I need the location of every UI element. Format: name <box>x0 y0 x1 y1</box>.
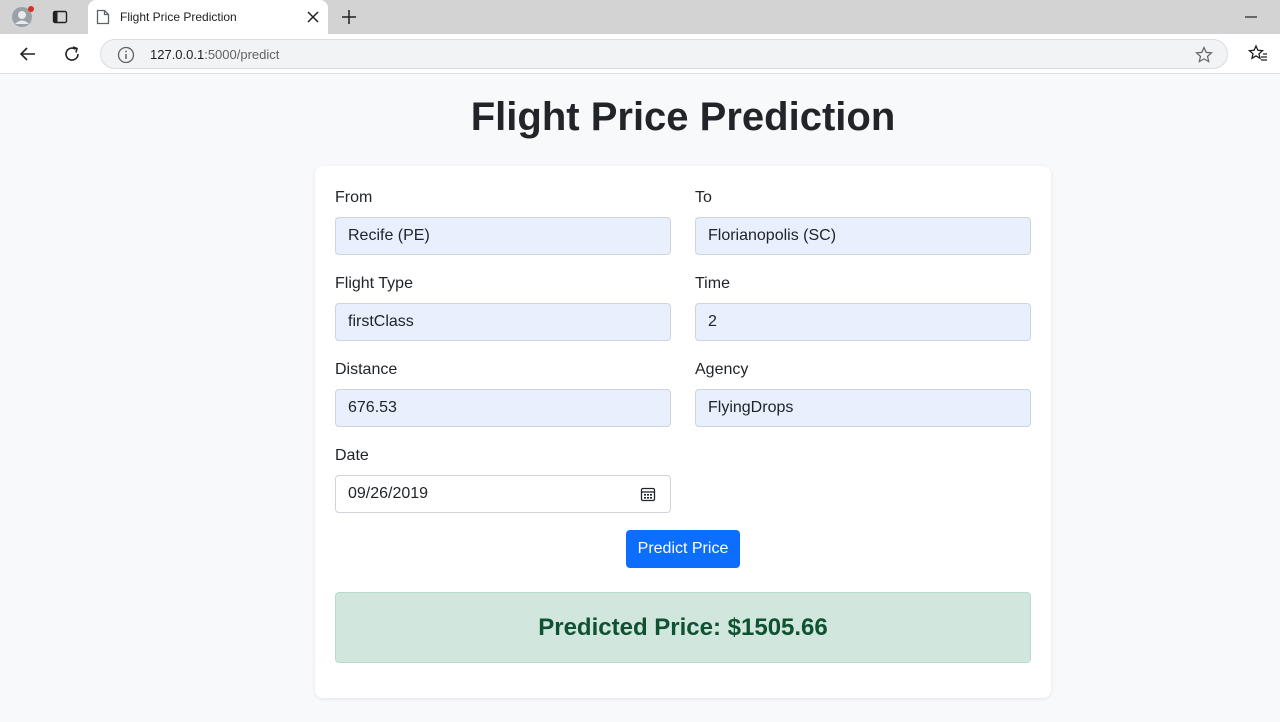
page-icon <box>96 9 110 25</box>
page-title: Flight Price Prediction <box>470 95 896 139</box>
to-input[interactable]: Florianopolis (SC) <box>695 217 1031 255</box>
prediction-form-card: From Recife (PE) To Florianopolis (SC) F… <box>315 166 1051 698</box>
page-viewport: Flight Price Prediction From Recife (PE)… <box>4 75 1280 722</box>
url-host: 127.0.0.1 <box>150 47 205 62</box>
time-input[interactable]: 2 <box>695 303 1031 341</box>
info-icon[interactable] <box>117 46 135 64</box>
favorites-icon[interactable] <box>1248 44 1268 64</box>
predict-price-button[interactable]: Predict Price <box>626 530 740 568</box>
agency-field: Agency FlyingDrops <box>695 361 1031 427</box>
time-field: Time 2 <box>695 275 1031 341</box>
star-icon[interactable] <box>1195 46 1213 64</box>
url-text[interactable]: 127.0.0.1:5000/predict <box>150 47 279 62</box>
back-arrow-icon[interactable] <box>18 44 38 64</box>
from-field: From Recife (PE) <box>335 189 671 255</box>
date-label: Date <box>335 447 369 464</box>
date-input[interactable]: 09/26/2019 <box>335 475 671 513</box>
browser-toolbar: 127.0.0.1:5000/predict <box>0 34 1280 74</box>
agency-input[interactable]: FlyingDrops <box>695 389 1031 427</box>
active-tab[interactable]: Flight Price Prediction <box>88 0 328 34</box>
plus-icon[interactable] <box>340 8 358 26</box>
distance-field: Distance 676.53 <box>335 361 671 427</box>
predicted-price-alert: Predicted Price: $1505.66 <box>335 592 1031 663</box>
to-label: To <box>695 189 712 206</box>
calendar-icon[interactable] <box>640 486 656 502</box>
time-label: Time <box>695 275 730 292</box>
tabs-icon[interactable] <box>52 9 68 25</box>
date-field: Date 09/26/2019 <box>335 447 671 513</box>
reload-icon[interactable] <box>62 44 82 64</box>
address-bar[interactable]: 127.0.0.1:5000/predict <box>100 39 1228 69</box>
date-value: 09/26/2019 <box>348 485 429 502</box>
agency-label: Agency <box>695 361 749 378</box>
tab-title: Flight Price Prediction <box>120 10 237 24</box>
to-field: To Florianopolis (SC) <box>695 189 1031 255</box>
flight-type-field: Flight Type firstClass <box>335 275 671 341</box>
minimize-icon[interactable] <box>1244 10 1258 24</box>
flight-type-input[interactable]: firstClass <box>335 303 671 341</box>
notification-dot <box>28 6 34 12</box>
url-path: :5000/predict <box>204 47 280 62</box>
close-icon[interactable] <box>306 10 320 24</box>
browser-tab-bar: Flight Price Prediction <box>0 0 1280 34</box>
from-input[interactable]: Recife (PE) <box>335 217 671 255</box>
from-label: From <box>335 189 373 206</box>
distance-input[interactable]: 676.53 <box>335 389 671 427</box>
distance-label: Distance <box>335 361 398 378</box>
flight-type-label: Flight Type <box>335 275 413 292</box>
